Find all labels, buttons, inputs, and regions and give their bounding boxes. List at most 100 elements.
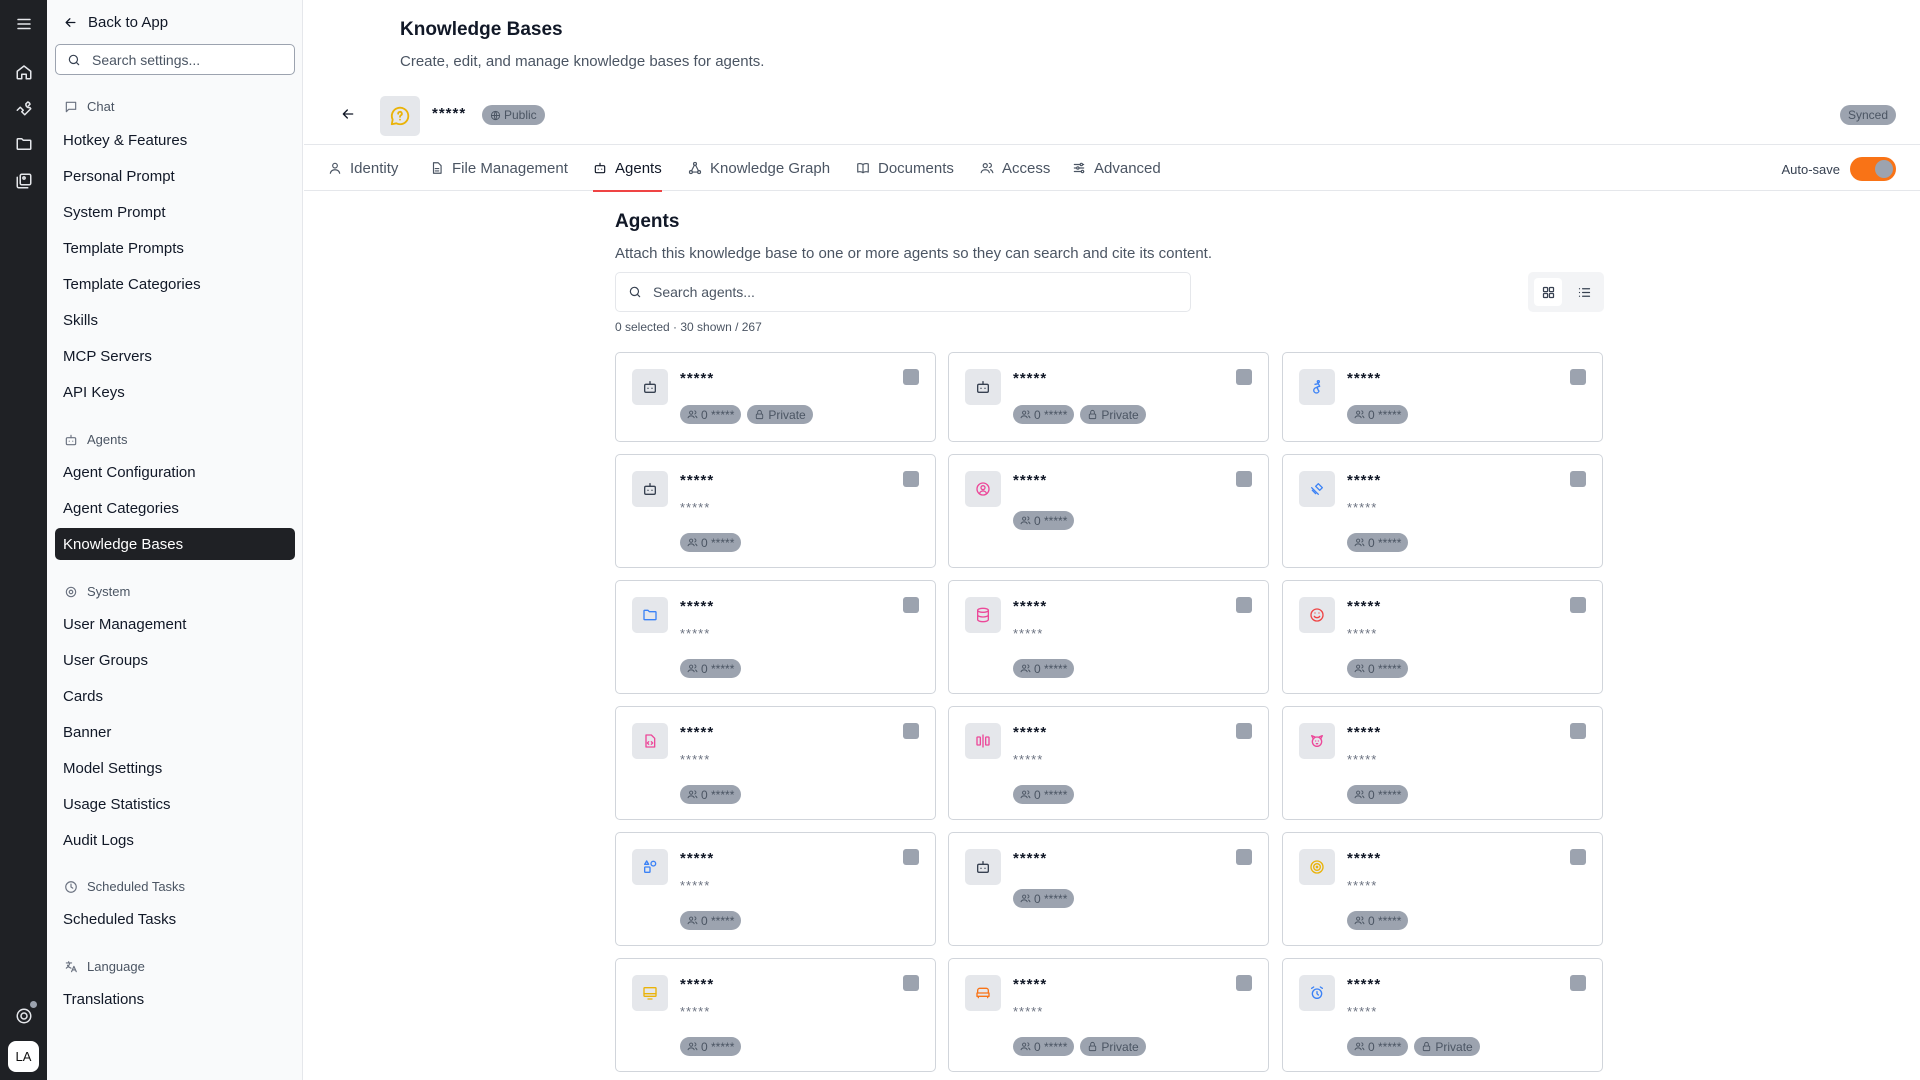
agent-users-label: 0 ***** [1034,891,1068,906]
tab-access[interactable]: Access [980,145,1050,191]
sidebar-item-template-categories[interactable]: Template Categories [55,268,295,300]
agent-select-checkbox[interactable] [1570,369,1586,385]
autosave-toggle[interactable] [1850,157,1896,181]
agent-select-checkbox[interactable] [1236,975,1252,991]
tab-knowledge-graph[interactable]: Knowledge Graph [688,145,830,191]
tab-agents[interactable]: Agents [593,145,662,192]
agent-card[interactable]: ***** ***** 0 ***** [1282,454,1603,568]
agent-name: ***** [1347,976,1382,993]
agent-select-checkbox[interactable] [1236,849,1252,865]
tab-documents[interactable]: Documents [856,145,954,191]
back-to-app-link[interactable]: Back to App [63,14,168,31]
users-icon [687,1042,698,1051]
sidebar-item-agent-categories[interactable]: Agent Categories [55,492,295,524]
agent-badges: 0 ***** Private [1013,405,1146,424]
agent-avatar [1299,723,1335,759]
sidebar-item-mcp-servers[interactable]: MCP Servers [55,340,295,372]
agent-card[interactable]: ***** ***** 0 ***** [1282,706,1603,820]
agent-name: ***** [1013,598,1048,615]
agent-card[interactable]: ***** 0 ***** [948,454,1269,568]
agent-card[interactable]: ***** ***** 0 ***** [948,580,1269,694]
agent-card[interactable]: ***** 0 ***** Private [948,352,1269,442]
sidebar-item-agent-configuration[interactable]: Agent Configuration [55,456,295,488]
agent-badges: 0 ***** [1013,511,1075,530]
tab-file-management[interactable]: File Management [430,145,568,191]
agent-search[interactable] [615,272,1191,312]
file-icon [432,162,442,174]
agent-users-label: 0 ***** [701,407,735,422]
home-icon[interactable] [13,61,34,82]
agent-card[interactable]: ***** ***** 0 ***** Private [1282,958,1603,1072]
sidebar-item-personal-prompt[interactable]: Personal Prompt [55,160,295,192]
agent-card[interactable]: ***** ***** 0 ***** [948,706,1269,820]
grid-view-button[interactable] [1534,278,1562,306]
arrow-left-icon [65,18,76,27]
section-chat: Chat [64,99,114,114]
sidebar-item-usage-statistics[interactable]: Usage Statistics [55,788,295,820]
agent-avatar [965,471,1001,507]
agent-select-checkbox[interactable] [1236,597,1252,613]
sidebar-item-scheduled-tasks[interactable]: Scheduled Tasks [55,903,295,935]
sidebar-item-hotkey[interactable]: Hotkey & Features [55,124,295,156]
agent-card[interactable]: ***** ***** 0 ***** Private [948,958,1269,1072]
agent-select-checkbox[interactable] [1570,975,1586,991]
agent-card[interactable]: ***** ***** 0 ***** [615,580,936,694]
sidebar-item-cards[interactable]: Cards [55,680,295,712]
agent-card[interactable]: ***** 0 ***** [1282,352,1603,442]
agent-select-checkbox[interactable] [1236,723,1252,739]
sidebar-item-model-settings[interactable]: Model Settings [55,752,295,784]
avatar[interactable]: LA [8,1041,39,1072]
sidebar-item-template-prompts[interactable]: Template Prompts [55,232,295,264]
folder-icon[interactable] [13,133,34,154]
sidebar-item-skills[interactable]: Skills [55,304,295,336]
agent-select-checkbox[interactable] [1236,369,1252,385]
sidebar-item-user-management[interactable]: User Management [55,608,295,640]
agent-badges: 0 ***** Private [1013,1037,1146,1056]
agent-select-checkbox[interactable] [903,975,919,991]
agent-search-input[interactable] [653,284,1153,300]
agent-card[interactable]: ***** ***** 0 ***** [1282,580,1603,694]
agent-badges: 0 ***** [680,1037,742,1056]
back-button[interactable] [340,106,360,126]
agent-description: ***** [680,752,711,767]
agent-users-badge: 0 ***** [1347,911,1409,930]
private-label: Private [1101,1039,1139,1054]
agent-card[interactable]: ***** 0 ***** Private [615,352,936,442]
wrench-icon[interactable] [13,97,34,118]
sidebar-item-translations[interactable]: Translations [55,983,295,1015]
gallery-icon[interactable] [13,170,34,191]
agent-select-checkbox[interactable] [1570,849,1586,865]
agent-select-checkbox[interactable] [1236,471,1252,487]
settings-search[interactable] [55,44,295,75]
agent-select-checkbox[interactable] [903,369,919,385]
agent-card[interactable]: ***** ***** 0 ***** [615,706,936,820]
sidebar-item-audit-logs[interactable]: Audit Logs [55,824,295,856]
agent-select-checkbox[interactable] [903,849,919,865]
agent-card[interactable]: ***** ***** 0 ***** [615,454,936,568]
settings-search-input[interactable] [92,51,282,68]
list-view-button[interactable] [1570,278,1598,306]
agent-select-checkbox[interactable] [1570,471,1586,487]
agent-card[interactable]: ***** 0 ***** [948,832,1269,946]
agent-card[interactable]: ***** ***** 0 ***** [1282,832,1603,946]
agent-users-badge: 0 ***** [1347,659,1409,678]
sidebar-item-api-keys[interactable]: API Keys [55,376,295,408]
support-icon[interactable] [13,1005,34,1026]
agent-select-checkbox[interactable] [903,723,919,739]
agent-select-checkbox[interactable] [1570,723,1586,739]
agent-select-checkbox[interactable] [903,471,919,487]
sidebar-item-banner[interactable]: Banner [55,716,295,748]
menu-icon[interactable] [13,13,34,34]
agent-name: ***** [1347,850,1382,867]
sidebar-item-system-prompt[interactable]: System Prompt [55,196,295,228]
tab-advanced[interactable]: Advanced [1072,145,1161,191]
agent-badges: 0 ***** [1347,911,1409,930]
sidebar-item-knowledge-bases[interactable]: Knowledge Bases [55,528,295,560]
agent-card[interactable]: ***** ***** 0 ***** [615,832,936,946]
agent-users-label: 0 ***** [1034,513,1068,528]
agent-select-checkbox[interactable] [903,597,919,613]
agent-card[interactable]: ***** ***** 0 ***** [615,958,936,1072]
agent-select-checkbox[interactable] [1570,597,1586,613]
tab-identity[interactable]: Identity [328,145,398,191]
sidebar-item-user-groups[interactable]: User Groups [55,644,295,676]
